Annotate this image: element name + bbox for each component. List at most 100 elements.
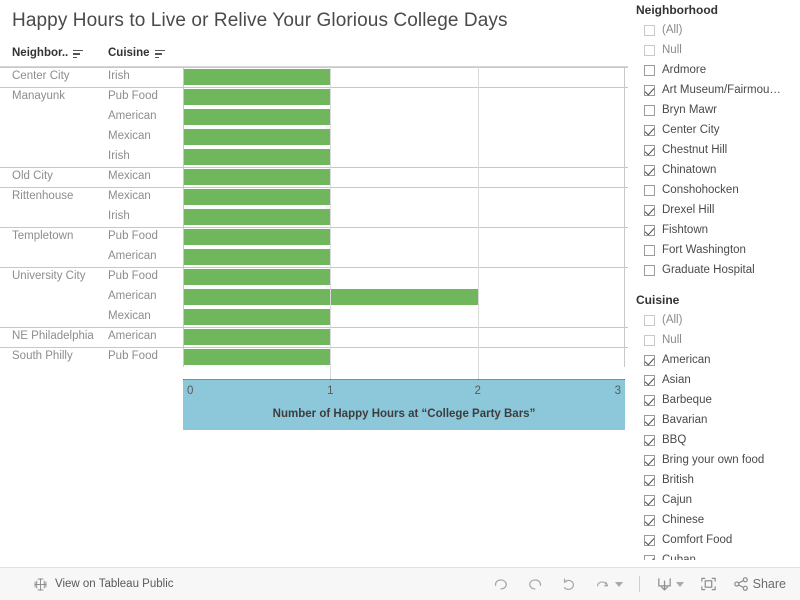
bar[interactable] [184,229,332,245]
share-button[interactable]: Share [733,576,786,592]
checkbox-icon[interactable] [644,394,655,406]
checkbox-icon[interactable] [644,84,655,96]
table-row[interactable]: Mexican [0,127,628,147]
bar[interactable] [184,269,332,285]
table-row[interactable]: Manayunk Pub Food [0,87,628,107]
filter-item-cuisine[interactable]: (All) [636,310,800,330]
checkbox-icon[interactable] [644,64,655,76]
bar[interactable] [184,169,332,185]
filter-item-cuisine[interactable]: Chinese [636,510,800,530]
redo-icon[interactable] [526,576,544,592]
filter-item-neighborhood[interactable]: Bryn Mawr [636,100,800,120]
filter-item-cuisine[interactable]: Cajun [636,490,800,510]
table-row[interactable]: South Philly Pub Food [0,347,628,367]
checkbox-icon[interactable] [644,454,655,466]
view-on-tableau-public-button[interactable]: View on Tableau Public [33,577,174,592]
filter-item-neighborhood[interactable]: Art Museum/Fairmou… [636,80,800,100]
filter-item-cuisine[interactable]: BBQ [636,430,800,450]
filter-item-cuisine[interactable]: British [636,470,800,490]
filter-item-neighborhood[interactable]: Chestnut Hill [636,140,800,160]
bar[interactable] [184,329,332,345]
checkbox-icon[interactable] [644,264,655,276]
table-row[interactable]: Center City Irish [0,67,628,87]
checkbox-icon[interactable] [644,434,655,446]
bar[interactable] [184,249,332,265]
filter-item-neighborhood[interactable]: Chinatown [636,160,800,180]
filter-item-cuisine[interactable]: Barbeque [636,390,800,410]
filter-item-neighborhood[interactable]: Drexel Hill [636,200,800,220]
fullscreen-icon[interactable] [700,576,717,592]
chevron-down-icon[interactable] [614,581,623,587]
chevron-down-icon[interactable] [675,581,684,587]
checkbox-icon[interactable] [644,104,655,116]
refresh-icon[interactable] [594,577,623,591]
filter-item-cuisine[interactable]: Bavarian [636,410,800,430]
table-row[interactable]: American [0,287,628,307]
checkbox-icon[interactable] [644,24,655,36]
sort-icon[interactable] [73,49,84,59]
bar[interactable] [184,69,332,85]
checkbox-icon[interactable] [644,314,655,326]
checkbox-icon[interactable] [644,164,655,176]
bar[interactable] [184,189,332,205]
checkbox-icon[interactable] [644,494,655,506]
checkbox-icon[interactable] [644,244,655,256]
checkbox-icon[interactable] [644,184,655,196]
table-row[interactable]: Rittenhouse Mexican [0,187,628,207]
filter-item-neighborhood[interactable]: Fort Washington [636,240,800,260]
sort-icon[interactable] [154,49,165,59]
filter-item-cuisine[interactable]: Asian [636,370,800,390]
bar[interactable] [184,109,332,125]
cell-neighborhood: Old City [12,170,53,182]
table-row[interactable]: University City Pub Food [0,267,628,287]
filter-item-neighborhood[interactable]: (All) [636,20,800,40]
filter-item-cuisine[interactable]: Comfort Food [636,530,800,550]
revert-icon[interactable] [560,576,578,592]
checkbox-icon[interactable] [644,144,655,156]
filter-item-cuisine[interactable]: American [636,350,800,370]
checkbox-icon[interactable] [644,374,655,386]
filter-title-cuisine: Cuisine [636,293,680,307]
checkbox-icon[interactable] [644,534,655,546]
checkbox-icon[interactable] [644,224,655,236]
table-row[interactable]: Irish [0,147,628,167]
checkbox-icon[interactable] [644,44,655,56]
checkbox-icon[interactable] [644,124,655,136]
bar[interactable] [184,129,332,145]
filter-item-neighborhood[interactable]: Graduate Hospital [636,260,800,280]
bar[interactable] [184,149,332,165]
plot-cell [183,227,625,247]
filter-item-neighborhood[interactable]: Ardmore [636,60,800,80]
undo-icon[interactable] [492,576,510,592]
checkbox-icon[interactable] [644,474,655,486]
checkbox-icon[interactable] [644,414,655,426]
download-icon[interactable] [656,576,684,592]
table-row[interactable]: American [0,107,628,127]
bar[interactable] [184,89,332,105]
bar[interactable] [184,349,332,365]
bar[interactable] [184,309,332,325]
filter-item-neighborhood[interactable]: Conshohocken [636,180,800,200]
checkbox-icon[interactable] [644,354,655,366]
checkbox-icon[interactable] [644,554,655,560]
filter-item-neighborhood[interactable]: Fishtown [636,220,800,240]
filter-item-cuisine[interactable]: Cuban [636,550,800,560]
checkbox-icon[interactable] [644,204,655,216]
table-row[interactable]: Templetown Pub Food [0,227,628,247]
filter-item-neighborhood[interactable]: Center City [636,120,800,140]
table-row[interactable]: American [0,247,628,267]
bar[interactable] [184,289,479,305]
filter-item-cuisine[interactable]: Null [636,330,800,350]
column-header-neighborhood[interactable]: Neighbor.. [12,47,84,59]
table-row[interactable]: Old City Mexican [0,167,628,187]
filter-item-cuisine[interactable]: Bring your own food [636,450,800,470]
table-row[interactable]: NE Philadelphia American [0,327,628,347]
checkbox-icon[interactable] [644,514,655,526]
checkbox-icon[interactable] [644,334,655,346]
bar[interactable] [184,209,332,225]
table-row[interactable]: Irish [0,207,628,227]
cell-cuisine: Mexican [108,130,151,142]
table-row[interactable]: Mexican [0,307,628,327]
filter-item-neighborhood[interactable]: Null [636,40,800,60]
column-header-cuisine[interactable]: Cuisine [108,47,165,59]
